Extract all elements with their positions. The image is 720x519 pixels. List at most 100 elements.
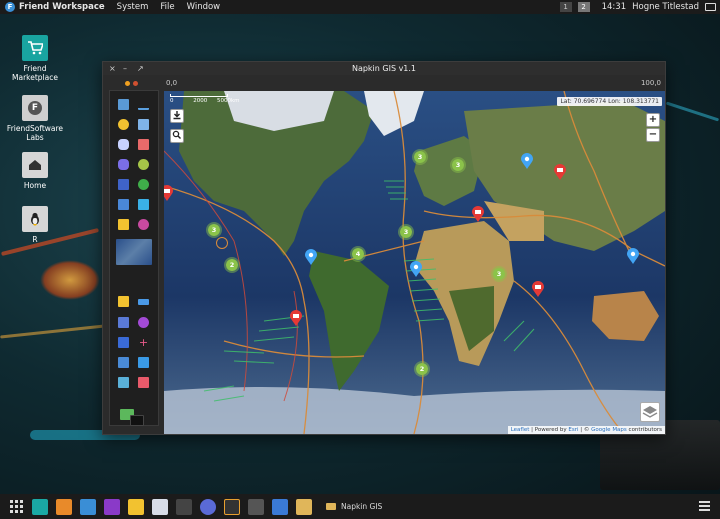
blue-marker-icon[interactable] bbox=[521, 153, 533, 169]
area-chart-tool-icon[interactable] bbox=[118, 357, 129, 368]
download-tool-icon[interactable] bbox=[138, 99, 149, 110]
map-cluster[interactable]: 2 bbox=[414, 361, 430, 377]
map-view[interactable]: 0 2000 5000km Lat: 70.696774 Lon: 108.31… bbox=[164, 91, 665, 434]
friend-logo-icon: F bbox=[22, 95, 48, 121]
square-blue-tool-icon[interactable] bbox=[138, 199, 149, 210]
menu-system[interactable]: System bbox=[117, 2, 149, 12]
globe-icon[interactable] bbox=[200, 498, 216, 515]
bar-chart-tool-icon[interactable] bbox=[118, 296, 129, 307]
menu-window[interactable]: Window bbox=[187, 2, 221, 12]
linux-penguin-icon bbox=[22, 206, 48, 232]
search-map-button[interactable] bbox=[170, 129, 184, 143]
blue-marker-icon[interactable] bbox=[410, 261, 422, 277]
table-tool-icon[interactable] bbox=[118, 377, 129, 388]
terminal-icon[interactable] bbox=[224, 498, 240, 515]
blue-marker-icon[interactable] bbox=[305, 249, 317, 265]
red-mail-marker-icon[interactable] bbox=[532, 281, 544, 297]
slider-tool-icon[interactable] bbox=[138, 377, 149, 388]
list-tool-icon[interactable] bbox=[118, 317, 129, 328]
window-titlebar[interactable]: × – ↗ Napkin GIS v1.1 bbox=[103, 62, 665, 75]
friend-logo-icon[interactable]: F bbox=[5, 2, 15, 12]
grid-icon[interactable] bbox=[8, 499, 24, 515]
badge-tool-icon[interactable] bbox=[118, 119, 129, 130]
hamburger-menu-icon[interactable] bbox=[699, 501, 710, 511]
dot-red bbox=[133, 81, 138, 86]
column-chart-tool-icon[interactable] bbox=[138, 357, 149, 368]
attribution-esri-link[interactable]: Esri bbox=[568, 427, 578, 433]
minimize-button[interactable]: – bbox=[123, 62, 127, 75]
menu-file[interactable]: File bbox=[160, 2, 174, 12]
map-cluster[interactable]: 3 bbox=[398, 224, 414, 240]
tv-icon[interactable] bbox=[104, 498, 120, 515]
map-cluster[interactable]: 3 bbox=[450, 157, 466, 173]
desktop-icon-label: Friend Marketplace bbox=[12, 64, 58, 82]
workspace-2[interactable]: 2 bbox=[577, 2, 590, 12]
map-cluster[interactable]: 3 bbox=[412, 149, 428, 165]
coord-left: 0,0 bbox=[166, 79, 178, 87]
red-mail-marker-icon[interactable] bbox=[472, 206, 484, 222]
red-mail-marker-icon[interactable] bbox=[554, 164, 566, 180]
circle-purple-tool-icon[interactable] bbox=[138, 317, 149, 328]
page-tool-icon[interactable] bbox=[138, 119, 149, 130]
settings-icon[interactable] bbox=[176, 498, 192, 515]
blue-marker-icon[interactable] bbox=[627, 248, 639, 264]
map-cluster[interactable]: 3 bbox=[491, 266, 507, 282]
cog-tool-icon[interactable] bbox=[138, 219, 149, 230]
maximize-button[interactable]: ↗ bbox=[137, 62, 144, 75]
map-cluster[interactable]: 4 bbox=[350, 246, 366, 262]
monitor-icon[interactable] bbox=[705, 3, 716, 11]
map-thumbnail[interactable] bbox=[116, 239, 152, 265]
color-swatch-secondary[interactable] bbox=[130, 415, 144, 426]
scale-label-1: 2000 bbox=[193, 98, 208, 104]
scale-bar bbox=[170, 94, 228, 97]
attribution-google-link[interactable]: Google Maps bbox=[591, 427, 627, 433]
user-name[interactable]: Hogne Titlestad bbox=[632, 2, 699, 12]
desktop-icon-labs[interactable]: F FriendSoftware Labs bbox=[0, 95, 70, 142]
new-document-tool-icon[interactable] bbox=[118, 99, 129, 110]
map-attribution: Leaflet | Powered by Esri | © Google Map… bbox=[507, 426, 665, 434]
binoculars-tool-icon[interactable] bbox=[118, 139, 129, 150]
desktop-icon-r[interactable]: R bbox=[0, 206, 70, 244]
deepin-icon[interactable] bbox=[32, 498, 48, 515]
download-green-tool-icon[interactable] bbox=[138, 179, 149, 190]
bookmark-tool-icon[interactable] bbox=[138, 139, 149, 150]
light-streak bbox=[40, 260, 100, 300]
map-cluster[interactable]: 3 bbox=[206, 222, 222, 238]
target-tool-icon[interactable] bbox=[138, 159, 149, 170]
dot-orange bbox=[125, 81, 130, 86]
layers-button[interactable] bbox=[640, 402, 660, 422]
network-tool-icon[interactable] bbox=[118, 199, 129, 210]
zoom-out-button[interactable]: − bbox=[646, 128, 660, 142]
workspace-1[interactable]: 1 bbox=[559, 2, 572, 12]
slides-icon[interactable] bbox=[56, 498, 72, 515]
close-button[interactable]: × bbox=[109, 62, 116, 75]
scale-label-0: 0 bbox=[170, 98, 174, 104]
shield-tool-icon[interactable] bbox=[118, 337, 129, 348]
lock-tool-icon[interactable] bbox=[118, 219, 129, 230]
calendar-icon[interactable] bbox=[80, 498, 96, 515]
desktop-icon-home[interactable]: Home bbox=[0, 152, 70, 190]
download-map-button[interactable] bbox=[170, 109, 184, 123]
zoom-in-button[interactable]: + bbox=[646, 113, 660, 127]
red-mail-marker-icon[interactable] bbox=[290, 310, 302, 326]
binoculars-purple-tool-icon[interactable] bbox=[118, 159, 129, 170]
minus-tool-icon[interactable] bbox=[138, 299, 149, 305]
gears-icon[interactable] bbox=[248, 498, 264, 515]
desktop-icon-marketplace[interactable]: Friend Marketplace bbox=[0, 35, 70, 82]
map-cluster[interactable]: 2 bbox=[224, 257, 240, 273]
task-napkin-gis[interactable]: Napkin GIS bbox=[326, 502, 382, 511]
notes-icon[interactable] bbox=[128, 498, 144, 515]
square-tool-icon[interactable] bbox=[118, 179, 129, 190]
document-icon[interactable] bbox=[152, 498, 168, 515]
folder-icon[interactable] bbox=[296, 498, 312, 515]
attribution-leaflet-link[interactable]: Leaflet bbox=[511, 427, 530, 433]
napkin-gis-window: × – ↗ Napkin GIS v1.1 0,0 100,0 + 0 2000… bbox=[102, 61, 666, 435]
download-icon bbox=[173, 111, 181, 120]
red-mail-marker-icon[interactable] bbox=[164, 185, 173, 201]
light-streak bbox=[665, 101, 720, 122]
plus-tool-icon[interactable]: + bbox=[138, 337, 149, 348]
attribution-text: contributors bbox=[626, 427, 662, 433]
attribution-text: | © bbox=[578, 427, 592, 433]
desktop-icon-label: R bbox=[32, 235, 38, 244]
apps-icon[interactable] bbox=[272, 498, 288, 515]
